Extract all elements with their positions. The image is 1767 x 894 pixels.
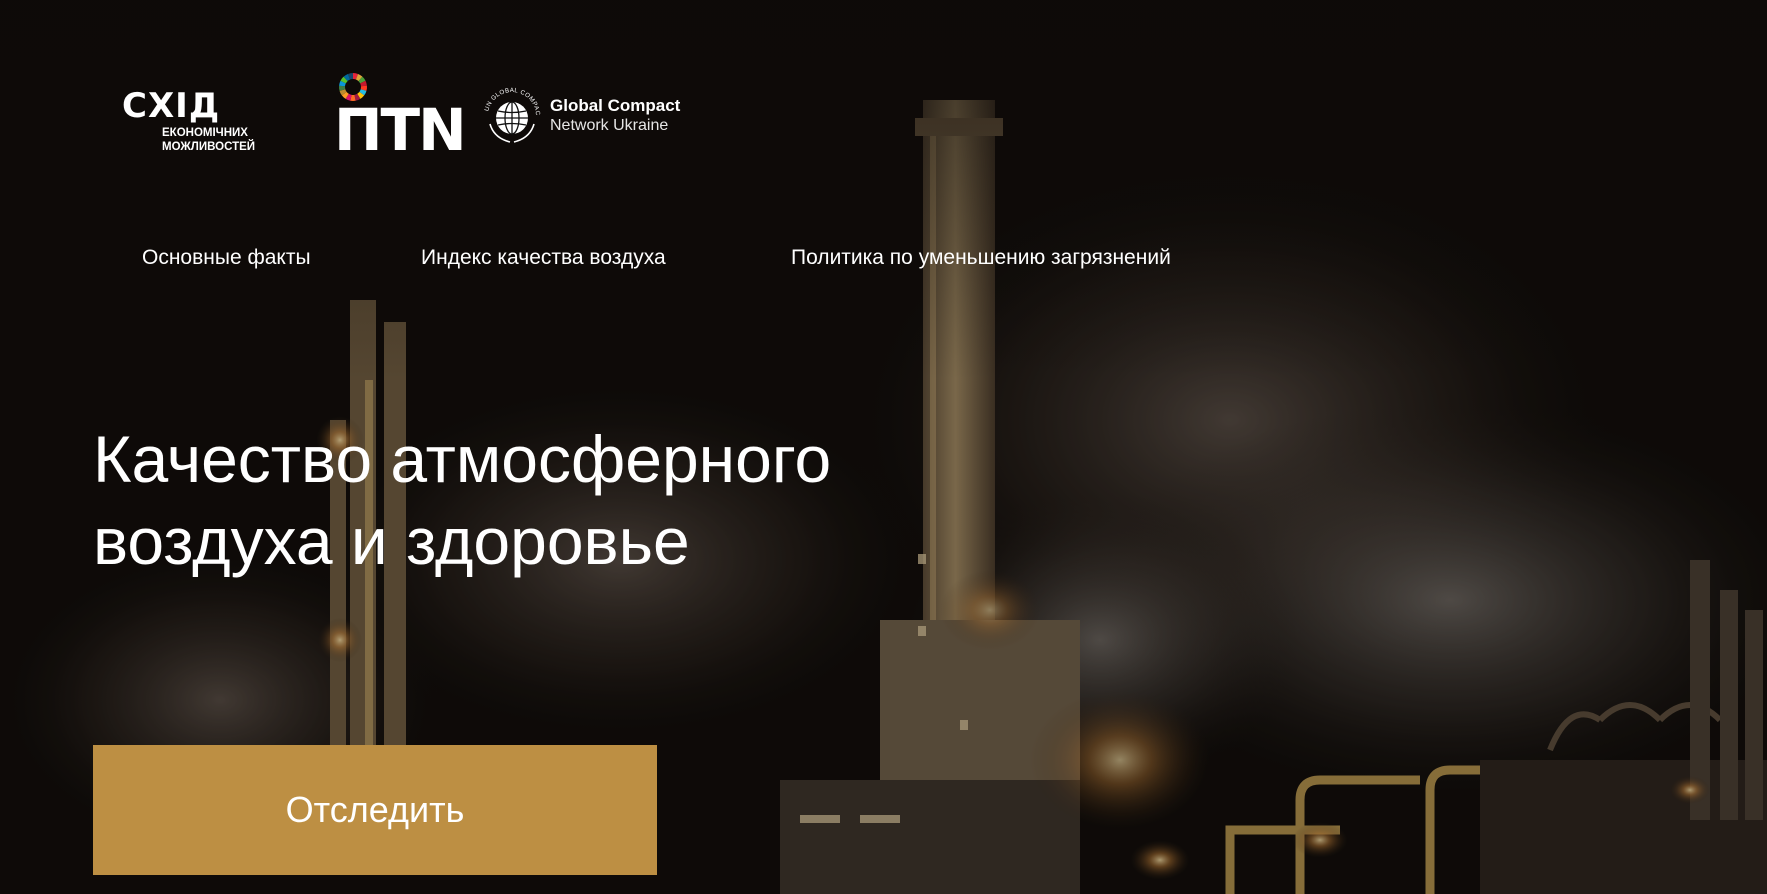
un-globe-icon: UN GLOBAL COMPACT [482, 86, 541, 143]
global-compact-label: Global Compact Network Ukraine [550, 96, 720, 136]
nav-item-basic-facts[interactable]: Основные факты [142, 238, 311, 278]
nav-item-pollution-policy[interactable]: Политика по уменьшению загрязнений [791, 238, 1171, 278]
ptn-logo[interactable]: ПТN [334, 70, 467, 166]
page-title-line1: Качество атмосферного [93, 422, 832, 496]
skhid-logo-subtitle: ЕКОНОМІЧНИХ МОЖЛИВОСТЕЙ [162, 127, 256, 153]
global-compact-line1: Global Compact [550, 96, 681, 115]
page-title: Качество атмосферного воздуха и здоровье [93, 418, 993, 582]
track-button[interactable]: Отследить [93, 745, 657, 875]
nav-item-air-quality-index[interactable]: Индекс качества воздуха [421, 238, 666, 278]
skhid-logo-mark: СХІД [122, 86, 221, 126]
hero-section: СХІД ЕКОНОМІЧНИХ МОЖЛИВОСТЕЙ ПТN UN GLOB… [0, 0, 1767, 894]
ptn-logo-text: ПТN [334, 96, 467, 164]
skhid-logo[interactable]: СХІД ЕКОНОМІЧНИХ МОЖЛИВОСТЕЙ [122, 88, 282, 158]
global-compact-logo[interactable]: UN GLOBAL COMPACT Global Compact Networ [482, 84, 712, 154]
page-title-line2: воздуха и здоровье [93, 504, 690, 578]
global-compact-line2: Network Ukraine [550, 117, 669, 134]
